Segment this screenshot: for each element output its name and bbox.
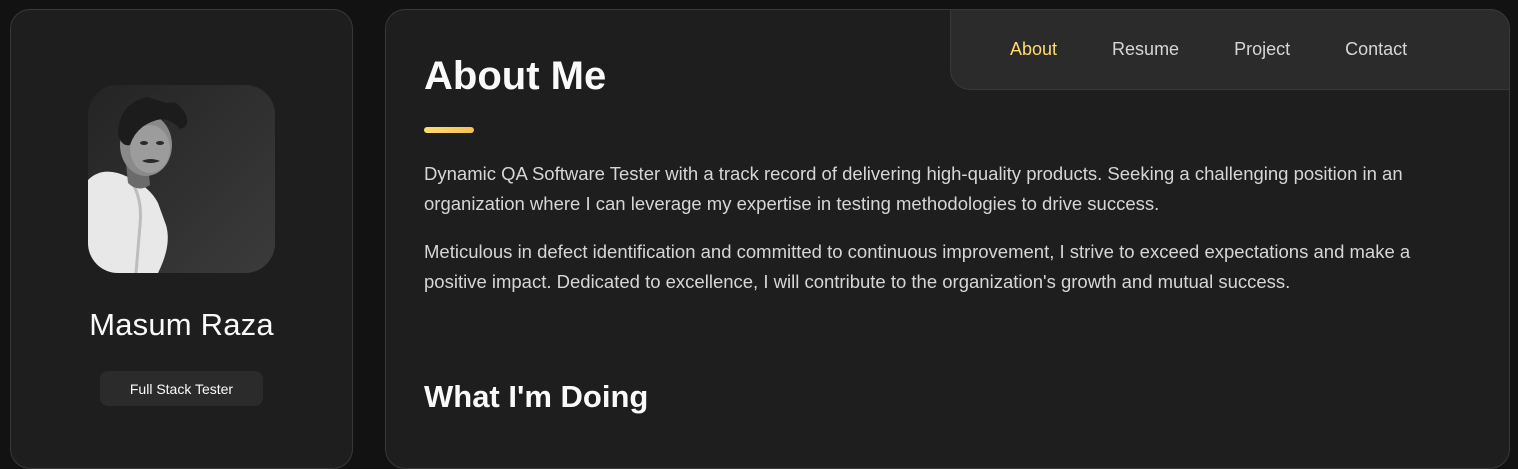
about-text: Dynamic QA Software Tester with a track … [424, 159, 1464, 297]
about-paragraph: Meticulous in defect identification and … [424, 241, 1411, 292]
nav-link-project[interactable]: Project [1234, 39, 1290, 60]
person-photo-icon [88, 85, 275, 273]
section-title-what-im-doing: What I'm Doing [424, 379, 649, 414]
about-paragraph: Dynamic QA Software Tester with a track … [424, 163, 1403, 214]
profile-name: Masum Raza [89, 307, 274, 342]
profile-sidebar: Masum Raza Full Stack Tester [10, 9, 353, 469]
profile-title-badge: Full Stack Tester [100, 371, 263, 406]
avatar [88, 85, 275, 273]
page-title: About Me [424, 54, 607, 98]
nav-link-resume[interactable]: Resume [1112, 39, 1179, 60]
title-underline [424, 127, 474, 133]
nav-link-about[interactable]: About [1010, 39, 1057, 60]
main-content: About Resume Project Contact About Me Dy… [385, 9, 1510, 469]
nav-link-contact[interactable]: Contact [1345, 39, 1407, 60]
navbar: About Resume Project Contact [950, 9, 1510, 90]
